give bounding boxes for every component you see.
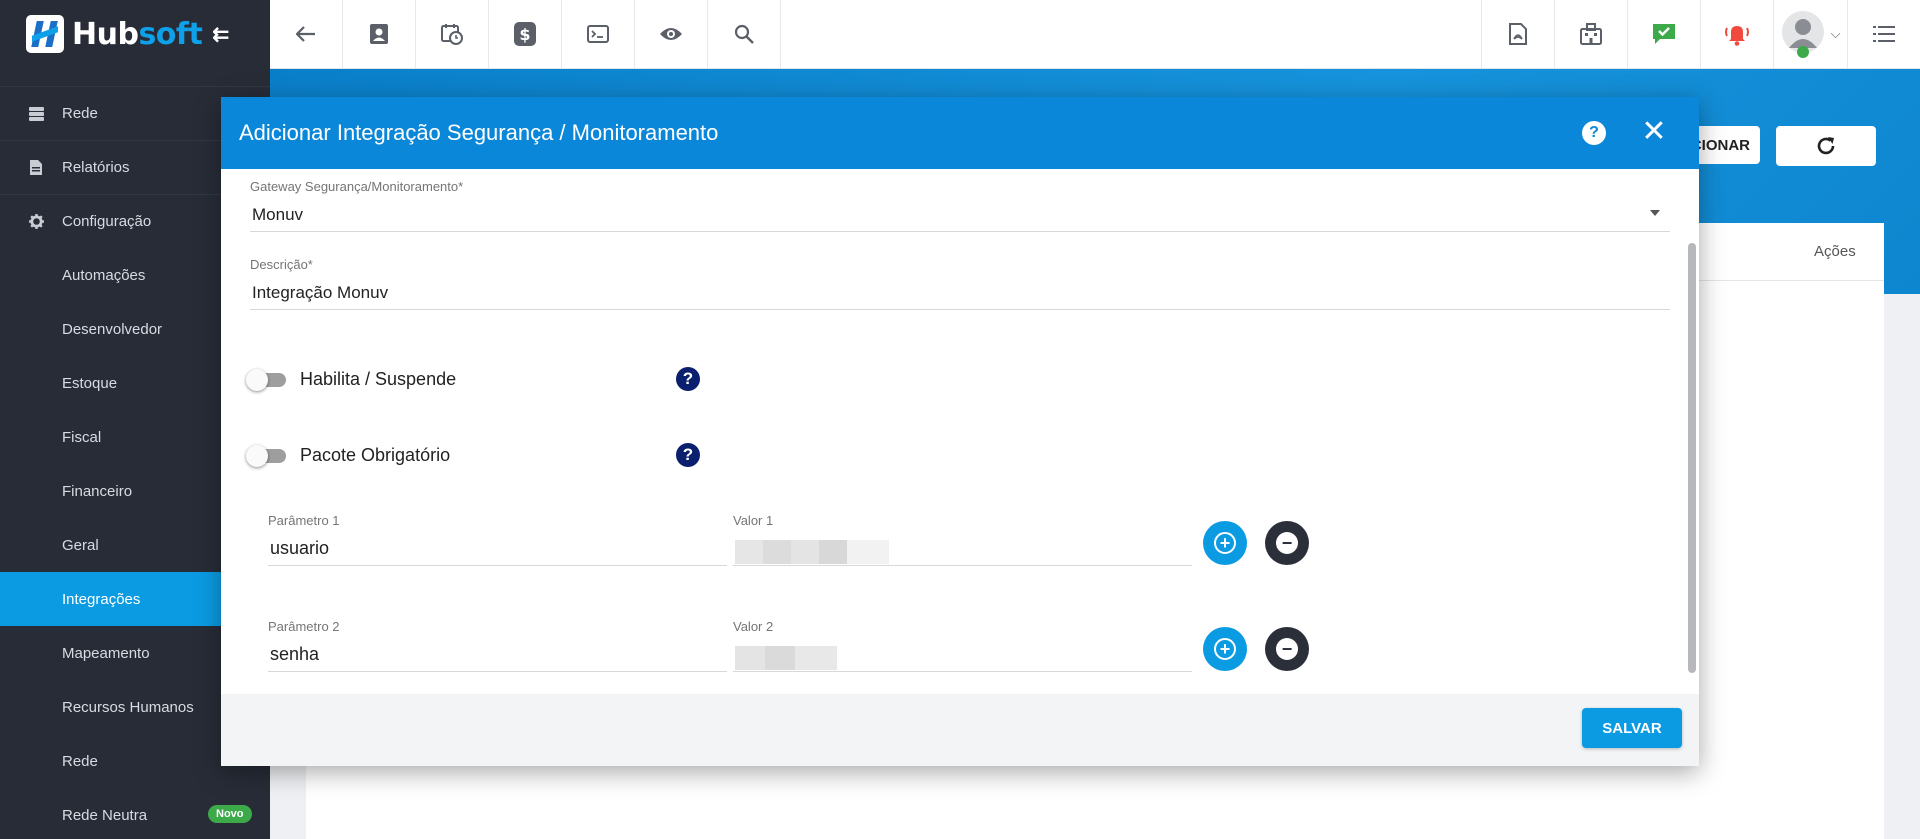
parametro-2-label: Parâmetro 2 [268, 619, 340, 634]
sidebar-item-label: Relatórios [62, 159, 130, 176]
sidebar-item-label: Automações [62, 266, 146, 284]
descricao-label: Descrição* [250, 257, 313, 272]
gateway-label: Gateway Segurança/Monitoramento* [250, 179, 464, 194]
minus-circle-icon: − [1276, 532, 1298, 554]
add-parameter-1-button[interactable]: + [1203, 521, 1247, 565]
pacote-obrigatorio-label: Pacote Obrigatório [300, 445, 451, 465]
column-header-acoes: Ações [1814, 243, 1856, 260]
modal-body: Gateway Segurança/Monitoramento* Monuv D… [221, 169, 1699, 694]
pacote-obrigatorio-toggle[interactable] [246, 444, 286, 467]
modal-title: Adicionar Integração Segurança / Monitor… [239, 120, 719, 145]
parametro-1-input[interactable]: usuario [268, 538, 727, 566]
parametro-2-field[interactable]: Parâmetro 2 senha [268, 619, 727, 672]
building-icon[interactable] [1554, 0, 1627, 68]
descricao-input[interactable]: Integração Monuv [250, 282, 1670, 310]
sidebar-item-label: Financeiro [62, 482, 133, 500]
sidebar-item-label: Configuração [62, 213, 152, 230]
sidebar-item-label: Rede [62, 752, 98, 770]
dropdown-arrow-icon[interactable] [1650, 210, 1660, 216]
habilita-suspende-toggle[interactable] [246, 368, 286, 391]
valor-1-field[interactable]: Valor 1 [733, 513, 1192, 566]
refresh-icon [1817, 137, 1835, 155]
modal-footer: SALVAR [221, 694, 1699, 766]
chat-check-icon[interactable] [1627, 0, 1700, 68]
add-parameter-2-button[interactable]: + [1203, 627, 1247, 671]
valor-1-label: Valor 1 [733, 513, 774, 528]
sidebar-item-label: Integrações [62, 590, 141, 608]
toggle-pacote-row: Pacote Obrigatório [246, 444, 451, 467]
sidebar-item-label: Mapeamento [62, 644, 150, 662]
hubsoft-logo-icon [26, 15, 64, 53]
modal-scrollbar[interactable] [1687, 169, 1697, 694]
collapse-sidebar-icon[interactable]: ⇇ [212, 22, 229, 47]
gateway-select-field[interactable]: Gateway Segurança/Monitoramento* Monuv [250, 179, 1670, 232]
logo-text: Hubsoft [72, 16, 203, 52]
save-button[interactable]: SALVAR [1582, 708, 1682, 748]
plus-circle-icon: + [1214, 638, 1236, 660]
chevron-down-icon: ⌵ [1830, 26, 1841, 41]
valor-2-input[interactable] [733, 644, 1192, 672]
sidebar-item-label: Fiscal [62, 428, 102, 446]
terminal-icon[interactable] [562, 0, 635, 68]
logo-bar: Hubsoft ⇇ [0, 0, 270, 68]
modal-header: Adicionar Integração Segurança / Monitor… [221, 97, 1699, 169]
gateway-select[interactable]: Monuv [250, 204, 1670, 232]
user-avatar[interactable]: ⌵ [1773, 0, 1847, 68]
contact-card-icon[interactable] [343, 0, 416, 68]
dollar-icon[interactable]: $ [489, 0, 562, 68]
scrollbar-thumb[interactable] [1688, 243, 1696, 673]
question-icon[interactable]: ? [676, 367, 700, 391]
question-icon[interactable]: ? [676, 443, 700, 467]
minus-circle-icon: − [1276, 638, 1298, 660]
valor-2-label: Valor 2 [733, 619, 774, 634]
close-icon[interactable]: ✕ [1639, 115, 1669, 149]
plus-circle-icon: + [1214, 532, 1236, 554]
sidebar-item-label: Rede [62, 105, 98, 122]
eye-icon[interactable] [635, 0, 708, 68]
server-icon [28, 106, 44, 122]
gateway-selected-value: Monuv [252, 205, 304, 224]
adicionar-button-label: CIONAR [1690, 136, 1750, 154]
pdf-icon[interactable] [1481, 0, 1554, 68]
gear-icon [28, 214, 44, 230]
calendar-clock-icon[interactable] [416, 0, 489, 68]
sidebar-item-label: Rede Neutra [62, 806, 148, 824]
search-icon[interactable] [708, 0, 781, 68]
help-icon[interactable]: ? [1582, 121, 1606, 145]
valor-2-field[interactable]: Valor 2 [733, 619, 1192, 672]
parametro-1-field[interactable]: Parâmetro 1 usuario [268, 513, 727, 566]
refresh-button[interactable] [1776, 126, 1876, 166]
bell-alert-icon[interactable] [1700, 0, 1773, 68]
sidebar-item-label: Recursos Humanos [62, 698, 194, 716]
habilita-suspende-label: Habilita / Suspende [300, 369, 457, 389]
list-menu-icon[interactable] [1847, 0, 1920, 68]
valor-1-input[interactable] [733, 538, 1192, 566]
remove-parameter-1-button[interactable]: − [1265, 521, 1309, 565]
remove-parameter-2-button[interactable]: − [1265, 627, 1309, 671]
parametro-1-label: Parâmetro 1 [268, 513, 340, 528]
novo-badge: Novo [208, 805, 252, 823]
parametro-2-input[interactable]: senha [268, 644, 727, 672]
sidebar-item-rede-neutra[interactable]: Rede Neutra Novo [0, 788, 270, 839]
sidebar-item-label: Geral [62, 536, 99, 554]
svg-text:$: $ [519, 25, 530, 44]
sidebar-item-label: Estoque [62, 374, 118, 392]
back-arrow-icon[interactable] [270, 0, 343, 68]
avatar-icon [1781, 11, 1824, 58]
sidebar-item-label: Desenvolvedor [62, 320, 163, 338]
topbar: $ ⌵ [270, 0, 1920, 69]
toggle-habilita-row: Habilita / Suspende [246, 368, 457, 391]
file-icon [28, 160, 44, 176]
descricao-field[interactable]: Descrição* Integração Monuv [250, 257, 1670, 310]
add-integration-modal: Adicionar Integração Segurança / Monitor… [221, 97, 1699, 766]
